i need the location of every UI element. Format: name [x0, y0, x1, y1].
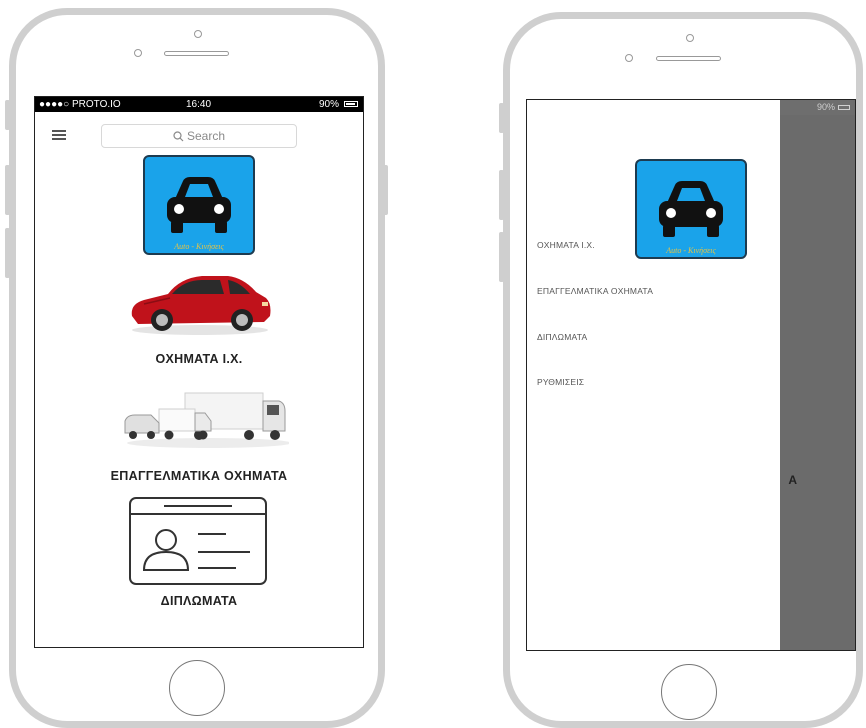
side-drawer: Auto - Κινήσεις ΟΧΗΜΑΤΑ Ι.Χ. ΕΠΑΓΓΕΛΜΑΤΙ…: [527, 100, 780, 650]
clock: 16:40: [186, 99, 212, 110]
phone-side-button: [383, 165, 388, 215]
dim-overlay[interactable]: [778, 100, 855, 650]
drawer-item-licenses[interactable]: ΔΙΠΛΩΜΑΤΑ: [537, 332, 587, 342]
car-icon: [167, 177, 231, 233]
sensor: [134, 49, 142, 57]
home-button[interactable]: [661, 664, 717, 720]
app-logo: Auto - Κινήσεις: [635, 159, 747, 259]
battery-percentage: 90%: [318, 99, 339, 110]
carrier-label: ●●●●○ PROTO.IO: [39, 99, 121, 110]
trucks-image[interactable]: [119, 387, 289, 449]
category-label-commercial-vehicles[interactable]: ΕΠΑΓΓΕΛΜΑΤΙΚΑ ΟΧΗΜΑΤΑ: [35, 469, 363, 483]
drawer-item-settings[interactable]: ΡΥΘΜΙΣΕΙΣ: [537, 377, 584, 387]
battery-icon: [344, 101, 358, 107]
category-label-private-cars[interactable]: ΟΧΗΜΑΤΑ Ι.Χ.: [35, 352, 363, 366]
red-car-image[interactable]: [124, 268, 274, 338]
drawer-item-private-cars[interactable]: ΟΧΗΜΑΤΑ Ι.Χ.: [537, 240, 595, 250]
sensor: [625, 54, 633, 62]
search-icon: [173, 131, 184, 142]
car-icon: [659, 181, 723, 237]
phone-side-button: [5, 165, 10, 215]
phone-side-button: [5, 228, 10, 278]
category-label-licenses[interactable]: ΔΙΠΛΩΜΑΤΑ: [35, 594, 363, 608]
drawer-item-commercial-vehicles[interactable]: ΕΠΑΓΓΕΛΜΑΤΙΚΑ ΟΧΗΜΑΤΑ: [537, 286, 653, 296]
front-camera: [686, 34, 694, 42]
status-bar: ●●●●○ PROTO.IO 16:40 90%: [35, 97, 363, 112]
app-logo: Auto - Κινήσεις: [143, 155, 255, 255]
id-card-icon[interactable]: [128, 496, 270, 588]
logo-text: Auto - Κινήσεις: [666, 246, 716, 255]
hamburger-menu-icon[interactable]: [52, 130, 66, 140]
search-placeholder: Search: [186, 129, 226, 143]
phone-side-button: [499, 170, 504, 220]
phone-side-button: [499, 103, 504, 133]
front-camera: [194, 30, 202, 38]
app-screen-right: 90% Α Auto - Κινήσεις ΟΧΗΜΑΤΑ Ι.Χ. ΕΠΑΓΓ…: [526, 99, 856, 651]
home-button[interactable]: [169, 660, 225, 716]
phone-side-button: [5, 100, 10, 130]
battery-icon: [838, 105, 850, 110]
phone-side-button: [499, 232, 504, 282]
status-bar-dimmed: 90%: [778, 100, 855, 115]
earpiece-speaker: [656, 56, 721, 61]
app-screen-left: ●●●●○ PROTO.IO 16:40 90% Search Auto - Κ…: [34, 96, 364, 648]
search-input[interactable]: Search: [101, 124, 297, 148]
battery-percentage: 90%: [816, 102, 835, 112]
obscured-text-fragment: Α: [788, 473, 797, 487]
earpiece-speaker: [164, 51, 229, 56]
logo-text: Auto - Κινήσεις: [174, 242, 224, 251]
